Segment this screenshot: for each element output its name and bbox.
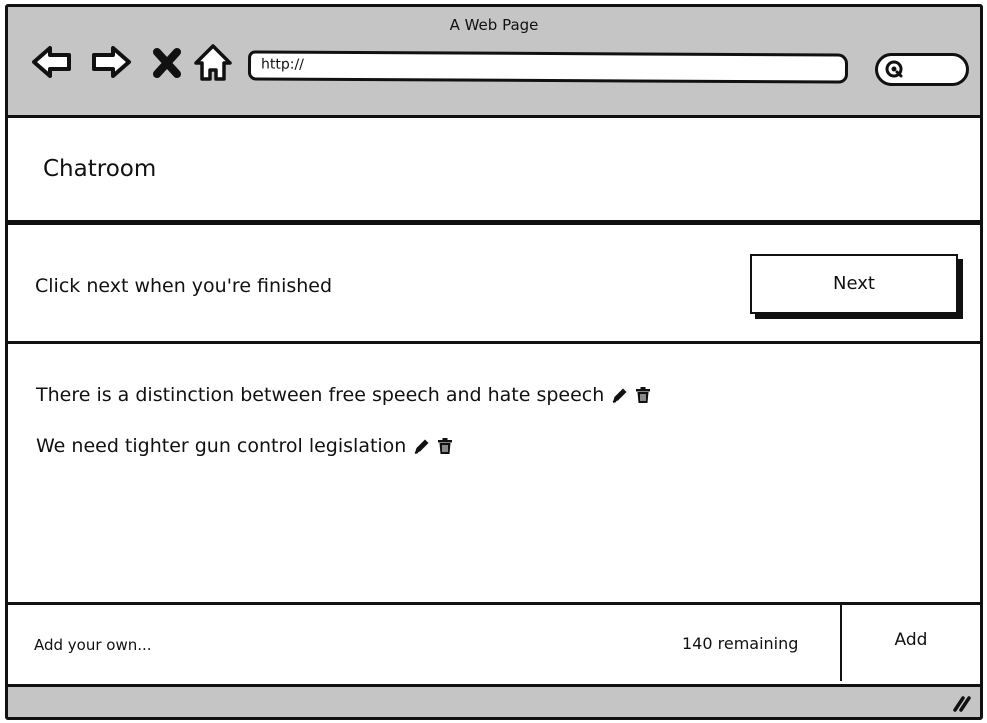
edit-pencil-icon[interactable] [412, 436, 432, 456]
trash-icon[interactable] [633, 385, 653, 405]
search-icon [885, 60, 903, 78]
status-bar [8, 687, 980, 717]
url-input[interactable]: http:// [247, 50, 849, 84]
page-header: Chatroom [8, 118, 980, 223]
edit-pencil-icon[interactable] [610, 385, 630, 405]
window-title: A Web Page [449, 16, 539, 34]
message-text: We need tighter gun control legislation [36, 435, 407, 457]
trash-icon[interactable] [435, 436, 455, 456]
message-composer: 140 remaining Add [8, 602, 980, 687]
close-x-icon[interactable] [148, 40, 186, 84]
add-button[interactable]: Add [840, 605, 980, 681]
message-text: There is a distinction between free spee… [36, 384, 605, 406]
resize-grip-icon[interactable] [952, 694, 972, 712]
browser-window: A Web Page http:// Chatroom Click next w… [5, 4, 983, 720]
character-counter: 140 remaining [682, 634, 799, 653]
list-item: There is a distinction between free spee… [36, 384, 653, 406]
home-icon[interactable] [191, 40, 235, 84]
page-title: Chatroom [43, 156, 157, 182]
search-field[interactable] [875, 53, 969, 86]
next-button[interactable]: Next [750, 254, 958, 314]
message-list: There is a distinction between free spee… [8, 344, 980, 605]
list-item: We need tighter gun control legislation [36, 435, 455, 457]
browser-toolbar: A Web Page http:// [8, 7, 980, 118]
instruction-bar: Click next when you're finished Next [8, 223, 980, 344]
back-arrow-icon[interactable] [30, 40, 74, 84]
forward-arrow-icon[interactable] [89, 40, 133, 84]
instruction-text: Click next when you're finished [35, 275, 333, 297]
